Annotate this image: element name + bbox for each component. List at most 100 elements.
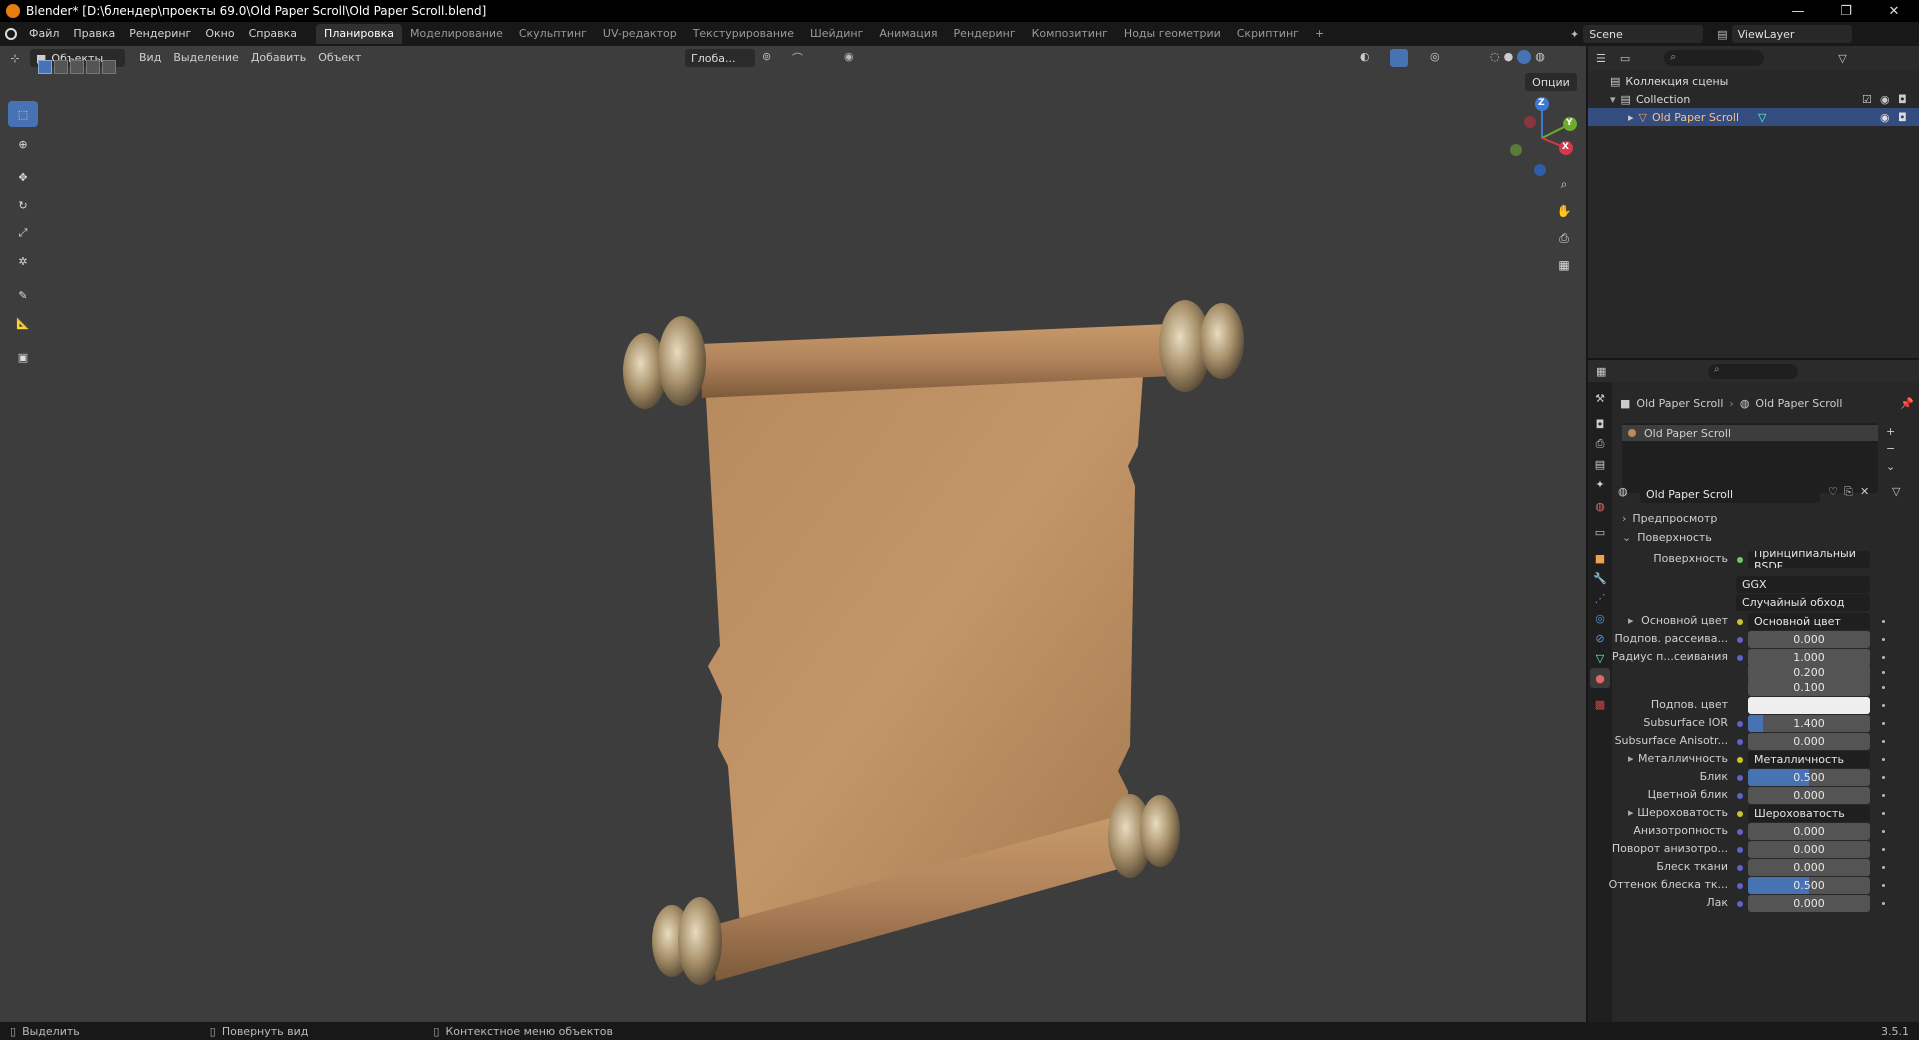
number-field[interactable]: 0.500 [1748, 877, 1870, 894]
keyframe-dot-icon[interactable] [1882, 830, 1885, 833]
fake-user-icon[interactable]: ♡ [1828, 485, 1838, 498]
keyframe-dot-icon[interactable] [1882, 902, 1885, 905]
menu-help[interactable]: Справка [242, 22, 304, 46]
tab-sculpting[interactable]: Скульптинг [511, 24, 595, 44]
outliner-search-input[interactable]: ⌕ [1664, 50, 1765, 66]
properties-editor-type-icon[interactable]: ▦ [1596, 365, 1606, 378]
number-field[interactable]: 0.000 [1748, 631, 1870, 648]
expand-link-icon[interactable]: ▸ [1628, 614, 1634, 627]
menu-render[interactable]: Рендеринг [122, 22, 198, 46]
number-field[interactable]: 1.400 [1748, 715, 1870, 732]
view-layer-tab-icon[interactable]: ▤ [1590, 454, 1610, 474]
color-swatch-field[interactable] [1748, 697, 1870, 714]
tab-uv-editing[interactable]: UV-редактор [595, 24, 685, 44]
menu-window[interactable]: Окно [198, 22, 241, 46]
keyframe-dot-icon[interactable] [1882, 776, 1885, 779]
duplicate-material-icon[interactable]: ⎘ [1844, 485, 1853, 499]
render-tab-icon[interactable]: ◘ [1590, 414, 1610, 434]
minimize-button[interactable]: — [1775, 0, 1821, 22]
tab-scripting[interactable]: Скриптинг [1229, 24, 1307, 44]
keyframe-dot-icon[interactable] [1882, 671, 1885, 674]
render-camera-icon[interactable]: ◘ [1898, 93, 1907, 106]
number-field[interactable]: 0.500 [1748, 769, 1870, 786]
keyframe-dot-icon[interactable] [1882, 656, 1885, 659]
outliner-collection[interactable]: ▾ ▤ Collection ☑ ◉ ◘ [1588, 90, 1919, 108]
linked-input-field[interactable]: Металличность [1748, 751, 1870, 768]
linked-input-field[interactable]: Шероховатость [1748, 805, 1870, 822]
keyframe-dot-icon[interactable] [1882, 758, 1885, 761]
material-slot-item[interactable]: Old Paper Scroll [1622, 425, 1878, 441]
keyframe-dot-icon[interactable] [1882, 740, 1885, 743]
pin-icon[interactable]: 📌 [1900, 397, 1914, 410]
output-tab-icon[interactable]: ⎙ [1590, 434, 1610, 454]
number-field[interactable]: 0.000 [1748, 859, 1870, 876]
scroll-model[interactable] [0, 46, 1586, 1022]
tab-modeling[interactable]: Моделирование [402, 24, 511, 44]
keyframe-dot-icon[interactable] [1882, 638, 1885, 641]
remove-slot-icon[interactable]: − [1886, 442, 1895, 455]
keyframe-dot-icon[interactable] [1882, 794, 1885, 797]
material-tab-icon[interactable]: ● [1590, 668, 1610, 688]
expand-link-icon[interactable]: ▸ [1628, 752, 1634, 765]
surface-section-header[interactable]: ⌄ Поверхность [1622, 531, 1712, 544]
checkbox-icon[interactable]: ☑ [1862, 93, 1872, 106]
number-field[interactable]: 0.000 [1748, 733, 1870, 750]
keyframe-dot-icon[interactable] [1882, 686, 1885, 689]
display-mode-icon[interactable]: ▭ [1620, 52, 1630, 65]
number-field[interactable]: 0.100 [1748, 679, 1870, 696]
tab-compositing[interactable]: Композитинг [1024, 24, 1116, 44]
add-slot-icon[interactable]: + [1886, 425, 1895, 438]
subsurface-method-dropdown[interactable]: Случайный обход [1736, 594, 1870, 611]
render-camera-icon[interactable]: ◘ [1898, 111, 1907, 124]
tab-shading[interactable]: Шейдинг [802, 24, 871, 44]
browse-material-icon[interactable]: ◍ [1618, 485, 1628, 498]
keyframe-dot-icon[interactable] [1882, 866, 1885, 869]
number-field[interactable]: 0.000 [1748, 787, 1870, 804]
keyframe-dot-icon[interactable] [1882, 812, 1885, 815]
keyframe-dot-icon[interactable] [1882, 884, 1885, 887]
number-field[interactable]: 0.000 [1748, 841, 1870, 858]
outliner-object-row[interactable]: ▸ ▽ Old Paper Scroll ▽ ◉ ◘ [1588, 108, 1919, 126]
world-tab-icon[interactable]: ◍ [1590, 496, 1610, 516]
particles-tab-icon[interactable]: ⋰ [1590, 588, 1610, 608]
maximize-button[interactable]: ❐ [1823, 0, 1869, 22]
menu-edit[interactable]: Правка [66, 22, 122, 46]
material-filter-icon[interactable]: ▽ [1892, 485, 1900, 498]
number-field[interactable]: 0.000 [1748, 823, 1870, 840]
expand-arrow-icon[interactable]: ▾ [1610, 93, 1616, 106]
material-name-field[interactable]: Old Paper Scroll [1640, 486, 1820, 503]
outliner-scene-collection[interactable]: ▤ Коллекция сцены [1588, 72, 1919, 90]
eye-icon[interactable]: ◉ [1880, 111, 1890, 124]
tab-geometry-nodes[interactable]: Ноды геометрии [1116, 24, 1229, 44]
close-button[interactable]: ✕ [1871, 0, 1917, 22]
expand-link-icon[interactable]: ▸ [1628, 806, 1634, 819]
linked-input-field[interactable]: Основной цвет [1748, 613, 1870, 630]
preview-section-header[interactable]: › Предпросмотр [1622, 512, 1717, 525]
distribution-dropdown[interactable]: GGX [1736, 576, 1870, 593]
unlink-material-icon[interactable]: ✕ [1860, 485, 1869, 498]
tab-animation[interactable]: Анимация [871, 24, 945, 44]
surface-shader-field[interactable]: Принципиальный BSDF [1748, 551, 1870, 568]
add-workspace-button[interactable]: + [1307, 24, 1332, 44]
scene-selector[interactable]: Scene [1583, 25, 1704, 43]
properties-search-input[interactable]: ⌕ [1708, 363, 1798, 379]
view-layer-selector[interactable]: ViewLayer [1731, 25, 1852, 43]
modifier-tab-icon[interactable]: 🔧 [1590, 568, 1610, 588]
menu-file[interactable]: Файл [22, 22, 66, 46]
keyframe-dot-icon[interactable] [1882, 722, 1885, 725]
keyframe-dot-icon[interactable] [1882, 620, 1885, 623]
number-field[interactable]: 0.000 [1748, 895, 1870, 912]
filter-icon[interactable]: ▽ [1838, 52, 1846, 65]
expand-arrow-icon[interactable]: ▸ [1628, 111, 1634, 124]
tool-tab-icon[interactable]: ⚒ [1590, 388, 1610, 408]
keyframe-dot-icon[interactable] [1882, 848, 1885, 851]
outliner-editor-type-icon[interactable]: ☰ [1596, 52, 1606, 65]
tab-texture-paint[interactable]: Текстурирование [685, 24, 802, 44]
blender-menu-icon[interactable] [0, 22, 22, 46]
eye-icon[interactable]: ◉ [1880, 93, 1890, 106]
slot-menu-icon[interactable]: ⌄ [1886, 460, 1895, 473]
collection-tab-icon[interactable]: ▭ [1590, 522, 1610, 542]
keyframe-dot-icon[interactable] [1882, 704, 1885, 707]
3d-viewport[interactable]: ⊹ ■ Объекты Вид Выделение Добавить Объек… [0, 46, 1586, 1022]
tab-layout[interactable]: Планировка [316, 24, 403, 44]
